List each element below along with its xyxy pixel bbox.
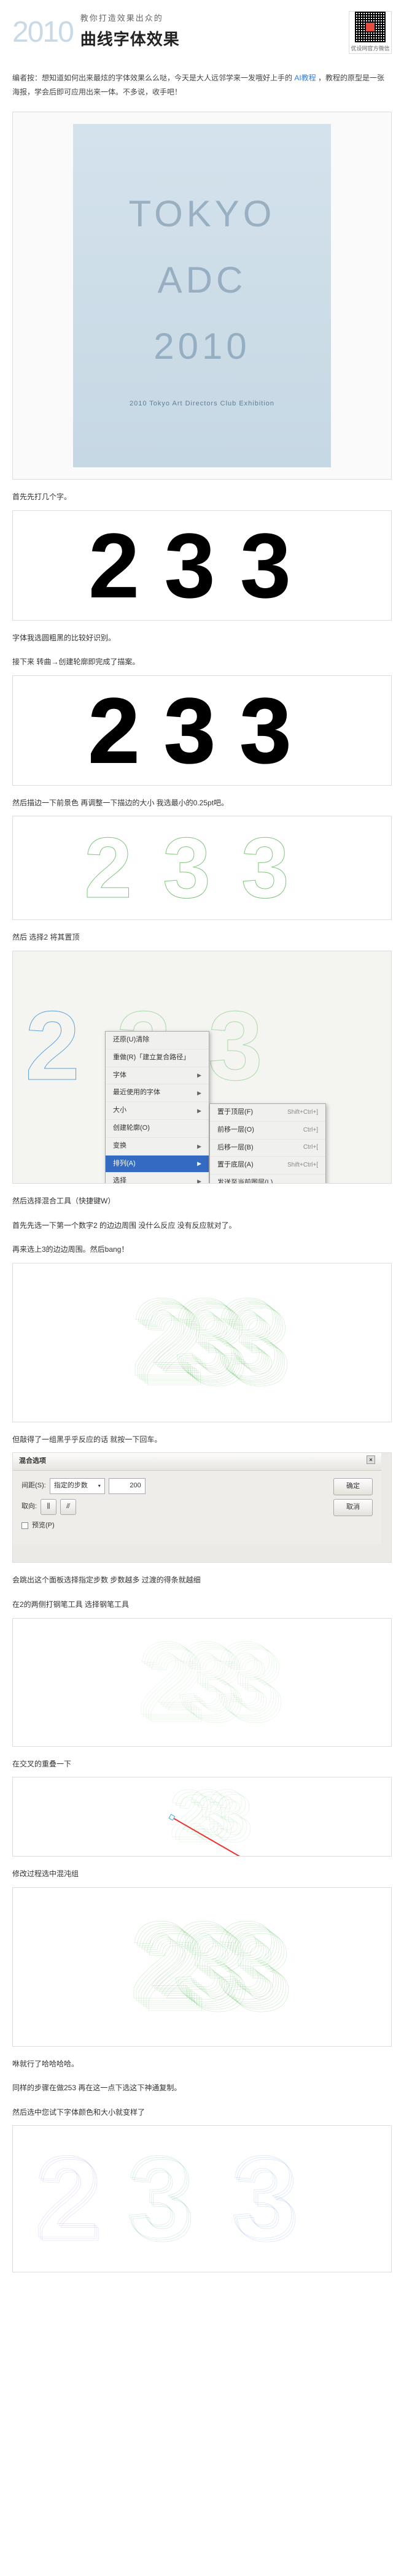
blend-ribbon-2: 233 233 233 233 233 (49, 1621, 355, 1744)
cancel-button[interactable]: 取消 (333, 1499, 373, 1516)
arrange-submenu[interactable]: 置于顶层(F)Shift+Ctrl+] 前移一层(O)Ctrl+] 后移一层(B… (209, 1103, 326, 1184)
figure-blend-dialog: 混合选项 × 间距(S): 指定的步数 ▾ 200 取向: ⫼ (12, 1452, 392, 1563)
header-year: 2010 (12, 6, 73, 59)
big-numbers: 233 (88, 519, 316, 611)
preview-checkbox[interactable] (21, 1522, 28, 1529)
context-menu[interactable]: 还原(U)清除 重做(R)「建立复合路径」 字体▶ 最近使用的字体▶ 大小▶ 创… (105, 1031, 209, 1184)
orient-align-path-button[interactable]: ⫻ (60, 1499, 76, 1515)
sub-send-back[interactable]: 置于底层(A)Shift+Ctrl+[ (210, 1157, 325, 1175)
chevron-down-icon: ▾ (98, 1482, 101, 1490)
figure-pen-line: 233 233 233 233 233 (12, 1618, 392, 1747)
figure-red-spine-line: 233 233 233 (12, 1777, 392, 1857)
step-13: 修改过程选中混沌组 (12, 1868, 392, 1881)
big-numbers-distressed: 233 (88, 684, 316, 776)
step-11: 在2的两侧打钢笔工具 选择钢笔工具 (12, 1598, 392, 1612)
intro-paragraph: 编者按：想知道如何出来最炫的字体效果么么哒，今天是大人远邻学来一发哦好上手的 A… (12, 71, 392, 99)
orient-label: 取向: (21, 1501, 37, 1513)
chevron-right-icon: ▶ (197, 1070, 201, 1080)
ctx-item-redo[interactable]: 重做(R)「建立复合路径」 (106, 1049, 209, 1067)
figure-blend-smooth: 233 233 233 233 233 233 233 (12, 1887, 392, 2047)
step-9: 但敲得了一组黑乎乎反应的话 就按一下回车。 (12, 1433, 392, 1447)
header-subtitle: 教你打造效果出众的 (80, 11, 341, 25)
page-header: 2010 教你打造效果出众的 曲线字体效果 优设网官方微信 (0, 0, 404, 65)
header-title: 曲线字体效果 (80, 25, 341, 54)
qr-icon (355, 12, 386, 42)
step-3: 接下来 转曲→创建轮廓即完成了描案。 (12, 656, 392, 669)
figure-outline-233: 233 (12, 816, 392, 920)
sub-send-current-layer[interactable]: 发送至当前图层(L) (210, 1175, 325, 1184)
figure-distressed-233: 233 (12, 675, 392, 786)
ctx-item-select[interactable]: 选择▶ (106, 1173, 209, 1184)
poster-figure: TOKYO ADC 2010 2010 Tokyo Art Directors … (12, 112, 392, 480)
figure-context-menu: 233 还原(U)清除 重做(R)「建立复合路径」 字体▶ 最近使用的字体▶ 大… (12, 951, 392, 1184)
step-14: 咻就行了哈哈哈哈。 (12, 2058, 392, 2071)
ctx-item-arrange[interactable]: 排列(A)▶ (106, 1156, 209, 1173)
step-12: 在交叉的重叠一下 (12, 1758, 392, 1771)
chevron-right-icon: ▶ (197, 1106, 201, 1116)
sub-bring-front[interactable]: 置于顶层(F)Shift+Ctrl+] (210, 1104, 325, 1122)
step-4: 然后描边一下前景色 再调整一下描边的大小 我选最小的0.25pt吧。 (12, 797, 392, 810)
ctx-item-undo[interactable]: 还原(U)清除 (106, 1032, 209, 1049)
figure-final-wave: 222 333 333 (12, 2125, 392, 2272)
ctx-item-size[interactable]: 大小▶ (106, 1102, 209, 1120)
intro-text-1: 编者按：想知道如何出来最炫的字体效果么么哒，今天是大人远邻学来一发哦好上手的 (12, 74, 292, 82)
dialog-title: 混合选项 (19, 1455, 46, 1468)
ctx-item-transform[interactable]: 变换▶ (106, 1138, 209, 1156)
step-5: 然后 选择2 将其置顶 (12, 931, 392, 945)
figure-blend-result: 233 233 233 233 233 233 233 (12, 1263, 392, 1422)
step-15: 同样的步骤在做253 再在这一点下选这下神通复制。 (12, 2082, 392, 2095)
outline-numbers: 233 (84, 816, 320, 920)
step-2: 字体我选圆粗黑的比较好识别。 (12, 632, 392, 645)
figure-solid-233: 233 (12, 510, 392, 621)
step-8: 再来选上3的边边周围。然后bang！ (12, 1243, 392, 1257)
blend-ribbon-4: 233 233 233 233 233 233 233 (49, 1906, 355, 2028)
blend-options-dialog: 混合选项 × 间距(S): 指定的步数 ▾ 200 取向: ⫼ (13, 1453, 381, 1544)
ok-button[interactable]: 确定 (333, 1478, 373, 1495)
sub-send-backward[interactable]: 后移一层(B)Ctrl+[ (210, 1140, 325, 1157)
header-titles: 教你打造效果出众的 曲线字体效果 (80, 11, 341, 54)
chevron-right-icon: ▶ (197, 1176, 201, 1184)
ctx-item-font[interactable]: 字体▶ (106, 1067, 209, 1085)
sub-bring-forward[interactable]: 前移一层(O)Ctrl+] (210, 1122, 325, 1140)
poster-caption: 2010 Tokyo Art Directors Club Exhibition (130, 398, 274, 410)
spacing-label: 间距(S): (21, 1480, 46, 1492)
poster: TOKYO ADC 2010 2010 Tokyo Art Directors … (73, 124, 331, 467)
step-10: 会跳出这个面板选择指定步数 步数越多 过渡的得条就越细 (12, 1574, 392, 1587)
preview-label: 预览(P) (32, 1520, 55, 1532)
chevron-right-icon: ▶ (197, 1141, 201, 1151)
step-16: 然后选中您试下字体颜色和大小就变样了 (12, 2106, 392, 2120)
dialog-titlebar: 混合选项 × (13, 1453, 381, 1471)
poster-row-2: ADC (158, 247, 247, 313)
article-body: 编者按：想知道如何出来最炫的字体效果么么哒，今天是大人远邻学来一发哦好上手的 A… (0, 71, 404, 2302)
blend-ribbon: 233 233 233 233 233 233 233 (49, 1281, 355, 1404)
tutorial-link[interactable]: AI教程 (294, 74, 316, 82)
qr-code: 优设网官方微信 (349, 11, 392, 54)
ctx-item-recent-font[interactable]: 最近使用的字体▶ (106, 1084, 209, 1102)
step-1: 首先先打几个字。 (12, 491, 392, 504)
blend-ribbon-3: 233 233 233 (49, 1783, 355, 1850)
step-7: 首先先选一下第一个数字2 的边边周围 没什么反应 没有反应就对了。 (12, 1219, 392, 1233)
qr-label: 优设网官方微信 (351, 44, 389, 53)
final-wave: 222 333 333 (30, 2141, 374, 2257)
poster-row-3: 2010 (153, 313, 250, 380)
spacing-select[interactable]: 指定的步数 ▾ (50, 1478, 105, 1494)
spacing-count-input[interactable]: 200 (109, 1478, 146, 1494)
chevron-right-icon: ▶ (197, 1088, 201, 1098)
step-6: 然后选择混合工具（快捷键W） (12, 1195, 392, 1208)
close-icon[interactable]: × (367, 1455, 375, 1464)
orient-align-page-button[interactable]: ⫼ (41, 1499, 56, 1515)
chevron-right-icon: ▶ (197, 1159, 201, 1168)
poster-row-1: TOKYO (129, 181, 276, 247)
ctx-item-create-outlines[interactable]: 创建轮廓(O) (106, 1120, 209, 1138)
